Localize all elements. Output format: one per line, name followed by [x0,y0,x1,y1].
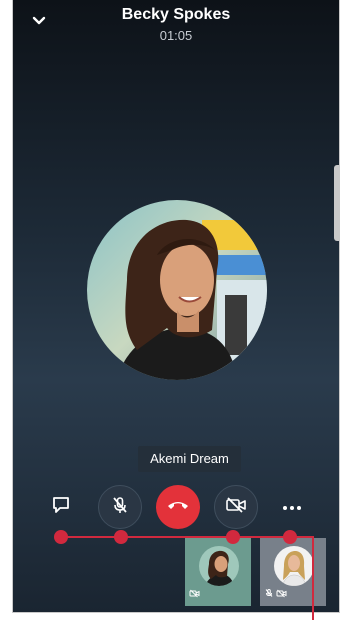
participant-thumbnail[interactable] [260,538,326,606]
scrollbar-handle[interactable] [334,165,339,241]
annotation-dot [114,530,128,544]
mic-off-icon [110,495,130,520]
video-off-icon [276,585,287,603]
more-options-button[interactable] [275,490,309,524]
chat-bubble-icon [51,495,71,520]
call-timer: 01:05 [159,28,193,43]
annotation-line [312,536,314,620]
thumbnail-avatar [274,546,314,586]
thumbnail-status-icons [264,585,287,603]
mic-off-icon [264,585,274,603]
caller-name: Becky Spokes [121,6,231,23]
participant-name-label: Akemi Dream [138,446,241,472]
more-horizontal-icon [282,498,302,516]
participant-thumbnail[interactable] [185,538,251,606]
annotation-dot [283,530,297,544]
annotation-dot [226,530,240,544]
chat-button[interactable] [44,490,78,524]
annotation-dot [54,530,68,544]
participant-avatar [87,200,267,380]
thumbnail-avatar [199,546,239,586]
call-screen: Becky Spokes 01:05 Akemi Dream [12,0,340,613]
mute-button[interactable] [98,485,142,529]
end-call-button[interactable] [156,485,200,529]
video-off-icon [225,496,247,519]
phone-hangup-icon [167,498,189,516]
thumbnail-status-icons [189,585,200,603]
annotation-line [61,536,313,538]
video-off-icon [189,585,200,603]
video-toggle-button[interactable] [214,485,258,529]
